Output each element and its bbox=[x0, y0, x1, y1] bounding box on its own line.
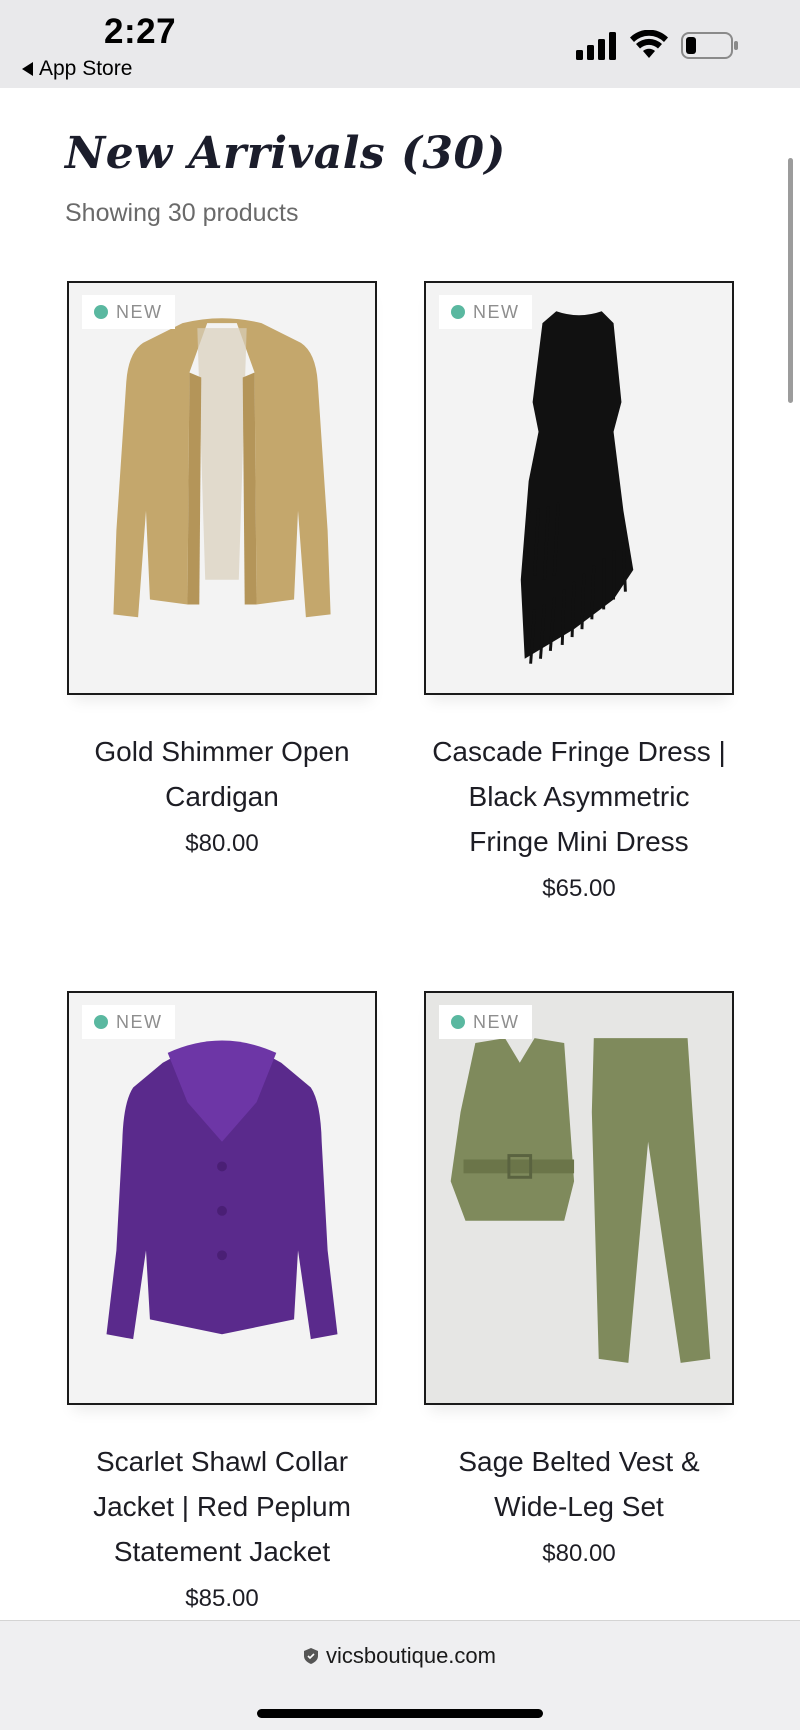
browser-url-bar[interactable]: vicsboutique.com bbox=[0, 1620, 800, 1730]
product-image[interactable]: NEW bbox=[67, 991, 377, 1405]
product-image[interactable]: NEW bbox=[424, 991, 734, 1405]
badge-label: NEW bbox=[116, 301, 163, 322]
product-card-fringe-dress[interactable]: NEW Cascade Fringe Dress | Black Asymmet… bbox=[424, 281, 734, 903]
status-time: 2:27 bbox=[104, 12, 177, 51]
badge-dot-icon bbox=[94, 305, 108, 319]
result-count: Showing 30 products bbox=[65, 199, 299, 227]
url-text: vicsboutique.com bbox=[326, 1643, 496, 1668]
product-name[interactable]: Scarlet Shawl Collar Jacket | Red Peplum… bbox=[67, 1439, 377, 1574]
product-price: $80.00 bbox=[542, 1540, 616, 1567]
new-badge: NEW bbox=[439, 1005, 532, 1039]
badge-label: NEW bbox=[473, 1011, 520, 1032]
back-to-app-store-link[interactable]: App Store bbox=[22, 57, 132, 81]
cardigan-image bbox=[113, 318, 331, 618]
product-card-shawl-jacket[interactable]: NEW Scarlet Shawl Collar Jacket | Red Pe… bbox=[67, 991, 377, 1613]
lock-shield-icon bbox=[304, 1648, 318, 1664]
product-price: $80.00 bbox=[185, 830, 259, 857]
badge-dot-icon bbox=[94, 1015, 108, 1029]
back-label: App Store bbox=[39, 57, 133, 80]
product-price: $65.00 bbox=[542, 875, 616, 902]
new-badge: NEW bbox=[82, 295, 175, 329]
battery-icon bbox=[681, 32, 738, 59]
page-content: New Arrivals (30) Showing 30 products NE… bbox=[0, 88, 800, 1620]
jacket-image bbox=[106, 1040, 338, 1340]
product-card-gold-cardigan[interactable]: NEW Gold Shimmer Open Cardigan $80.00 bbox=[67, 281, 377, 858]
wifi-icon bbox=[630, 30, 668, 58]
product-price: $85.00 bbox=[185, 1585, 259, 1612]
dress-image bbox=[520, 311, 634, 664]
product-image[interactable]: NEW bbox=[424, 281, 734, 695]
url-display[interactable]: vicsboutique.com bbox=[0, 1643, 800, 1669]
home-indicator[interactable] bbox=[257, 1709, 543, 1718]
new-badge: NEW bbox=[82, 1005, 175, 1039]
page-title: New Arrivals (30) bbox=[65, 128, 506, 179]
product-card-sage-set[interactable]: NEW Sage Belted Vest & Wide-Leg Set $80.… bbox=[424, 991, 734, 1568]
signal-icon bbox=[576, 32, 616, 60]
badge-dot-icon bbox=[451, 1015, 465, 1029]
badge-dot-icon bbox=[451, 305, 465, 319]
product-name[interactable]: Gold Shimmer Open Cardigan bbox=[67, 729, 377, 819]
status-bar: 2:27 App Store bbox=[0, 0, 800, 88]
scrollbar-thumb[interactable] bbox=[788, 158, 793, 403]
product-image[interactable]: NEW bbox=[67, 281, 377, 695]
product-name[interactable]: Sage Belted Vest & Wide-Leg Set bbox=[424, 1439, 734, 1529]
back-triangle-icon bbox=[22, 62, 33, 76]
badge-label: NEW bbox=[473, 301, 520, 322]
new-badge: NEW bbox=[439, 295, 532, 329]
vest-set-image bbox=[450, 1038, 711, 1363]
badge-label: NEW bbox=[116, 1011, 163, 1032]
product-name[interactable]: Cascade Fringe Dress | Black Asymmetric … bbox=[424, 729, 734, 864]
